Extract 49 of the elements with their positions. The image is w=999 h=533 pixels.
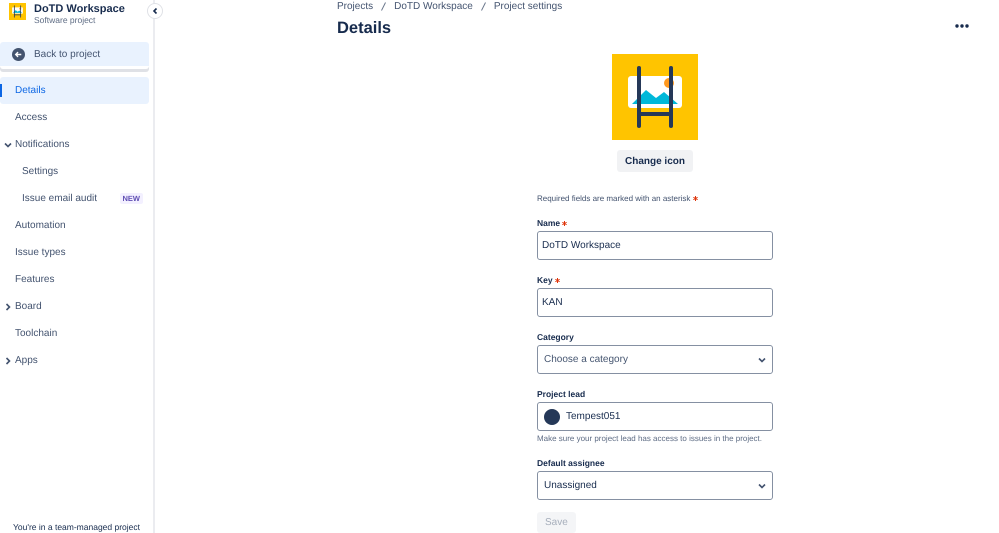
breadcrumb-separator-icon (381, 2, 386, 10)
sidebar-item[interactable]: Access (0, 104, 149, 131)
dropdown-field[interactable]: Unassigned (537, 471, 773, 500)
project-type: Software project (34, 15, 96, 25)
sidebar-item[interactable]: Features (0, 266, 149, 293)
sidebar-item[interactable]: Settings (0, 158, 149, 185)
required-note: Required fields are marked with an asterisk (537, 194, 773, 203)
project-logo-icon (612, 54, 698, 140)
field-label: Default assignee (537, 458, 605, 468)
avatar-icon (544, 408, 560, 424)
chevron-icon (4, 140, 12, 148)
required-asterisk-icon (692, 196, 698, 201)
more-button[interactable] (953, 22, 971, 30)
more-icon (955, 24, 969, 28)
field-label: Project lead (537, 389, 586, 399)
back-button[interactable]: Back to project (0, 42, 149, 69)
project-name: DoTD Workspace (34, 3, 125, 15)
breadcrumb-separator-icon (480, 2, 486, 10)
chevron-left-icon (151, 7, 159, 15)
breadcrumb-link[interactable]: Projects (337, 0, 374, 12)
collapse-sidebar-button[interactable] (147, 3, 163, 19)
change-icon-button[interactable]: Change icon (616, 150, 693, 172)
field-label: Category (537, 332, 574, 342)
chevron-icon (4, 302, 12, 310)
field-label: Name (537, 218, 560, 228)
footer-note: You're in a team-managed project (13, 522, 140, 532)
sidebar-item[interactable]: Toolchain (0, 320, 149, 347)
field-label: Key (537, 275, 553, 285)
text-field[interactable]: DoTD Workspace (537, 231, 773, 260)
project-logo-icon (9, 3, 26, 20)
sidebar-item[interactable]: Apps (0, 347, 149, 374)
text-field[interactable]: KAN (537, 288, 773, 317)
page-title: Details (337, 19, 392, 39)
sidebar-item[interactable]: Automation (0, 212, 149, 239)
dropdown-chevron-icon (758, 482, 766, 490)
breadcrumb-link[interactable]: DoTD Workspace (394, 0, 473, 12)
help-text: Make sure your project lead has access to issues in the project. (537, 434, 763, 443)
back-arrow-icon (12, 48, 25, 60)
required-asterisk-icon (562, 221, 568, 226)
sidebar-item[interactable]: Issue types (0, 239, 149, 266)
chevron-icon (4, 356, 12, 364)
breadcrumb-link[interactable]: Project settings (494, 0, 562, 12)
dropdown-field[interactable]: Choose a category (537, 345, 773, 374)
required-asterisk-icon (554, 278, 560, 283)
sidebar-item[interactable]: Board (0, 293, 149, 320)
sidebar-item[interactable]: Details (0, 77, 149, 104)
sidebar-item[interactable]: Notifications (0, 131, 149, 158)
dropdown-chevron-icon (758, 356, 766, 364)
user-picker-field[interactable]: Tempest051 (537, 402, 773, 431)
